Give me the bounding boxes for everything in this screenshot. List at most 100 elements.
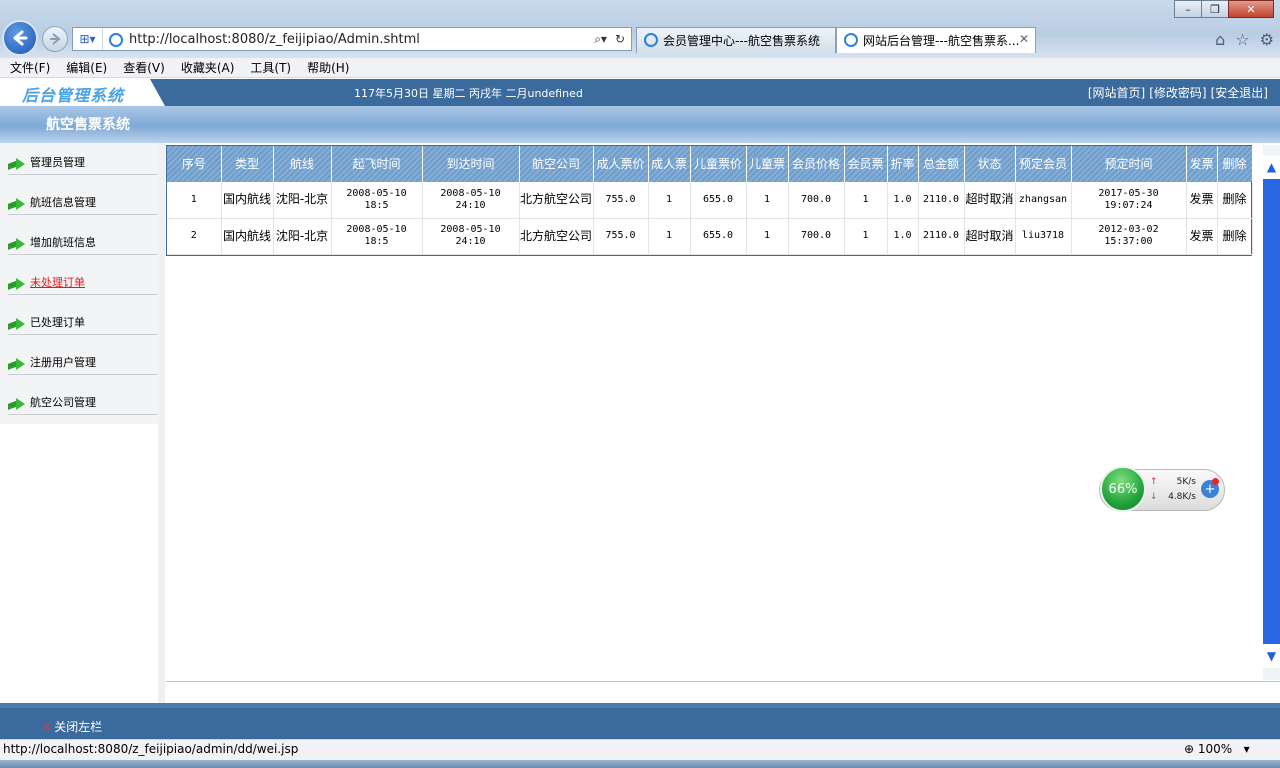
search-icon[interactable]: ⌕▾ bbox=[594, 32, 607, 47]
menu-favorites[interactable]: 收藏夹(A) bbox=[181, 59, 235, 76]
cell-member: liu3718 bbox=[1015, 218, 1072, 255]
column-header: 状态 bbox=[964, 146, 1016, 182]
sidebar-item-airlines[interactable]: 航空公司管理 bbox=[8, 383, 157, 415]
column-header: 折率 bbox=[887, 146, 919, 182]
column-header: 到达时间 bbox=[422, 146, 520, 182]
column-header: 儿童票价 bbox=[690, 146, 747, 182]
site-home-link[interactable]: [网站首页] bbox=[1088, 86, 1145, 100]
tab-admin[interactable]: 网站后台管理---航空售票系... ✕ bbox=[836, 27, 1036, 53]
menu-file[interactable]: 文件(F) bbox=[10, 59, 50, 76]
sidebar-item-admin[interactable]: 管理员管理 bbox=[8, 143, 157, 175]
back-arrow-icon bbox=[13, 30, 28, 46]
cell-child-price: 655.0 bbox=[690, 218, 747, 255]
green-arrow-icon bbox=[8, 318, 26, 330]
cell-member-tickets: 1 bbox=[844, 218, 888, 255]
notification-dot bbox=[1212, 478, 1219, 485]
header-links: [网站首页] [修改密码] [安全退出] bbox=[1084, 84, 1268, 101]
sidebar-item-processed-orders[interactable]: 已处理订单 bbox=[8, 303, 157, 335]
cell-airline: 北方航空公司 bbox=[519, 218, 594, 255]
cell-discount: 1.0 bbox=[887, 182, 919, 219]
column-header: 发票 bbox=[1186, 146, 1218, 182]
forward-button[interactable] bbox=[42, 26, 68, 52]
cell-member: zhangsan bbox=[1015, 182, 1072, 219]
sidebar-item-pending-orders[interactable]: 未处理订单 bbox=[8, 263, 157, 295]
address-url[interactable]: http://localhost:8080/z_feijipiao/Admin.… bbox=[129, 32, 420, 47]
logout-link[interactable]: [安全退出] bbox=[1211, 86, 1268, 100]
green-arrow-icon bbox=[8, 238, 26, 250]
column-header: 序号 bbox=[167, 146, 222, 182]
table-row: 2 国内航线 沈阳-北京 2008-05-10 18:5 2008-05-10 … bbox=[167, 218, 1253, 255]
invoice-link[interactable]: 发票 bbox=[1186, 218, 1218, 255]
cell-airline: 北方航空公司 bbox=[519, 182, 594, 219]
menu-edit[interactable]: 编辑(E) bbox=[66, 59, 107, 76]
tab-title: 网站后台管理---航空售票系... bbox=[863, 34, 1020, 48]
invoice-link[interactable]: 发票 bbox=[1186, 182, 1218, 219]
ie-tab-icon bbox=[844, 33, 858, 47]
sidebar-item-users[interactable]: 注册用户管理 bbox=[8, 343, 157, 375]
favorites-star-icon[interactable]: ☆ bbox=[1235, 30, 1249, 49]
content-divider bbox=[166, 681, 1280, 682]
vertical-scrollbar[interactable]: ▲ ▼ bbox=[1263, 145, 1280, 680]
cell-child-tickets: 1 bbox=[746, 182, 789, 219]
green-arrow-icon bbox=[8, 398, 26, 410]
cell-index: 1 bbox=[167, 182, 222, 219]
sidebar-item-label: 已处理订单 bbox=[30, 316, 85, 329]
sub-header bbox=[0, 106, 1280, 143]
change-password-link[interactable]: [修改密码] bbox=[1149, 86, 1206, 100]
scroll-up-icon[interactable]: ▲ bbox=[1263, 155, 1280, 179]
tab-member-center[interactable]: 会员管理中心---航空售票系统 bbox=[636, 27, 836, 53]
close-tab-icon[interactable]: ✕ bbox=[1019, 32, 1029, 46]
delete-link[interactable]: 删除 bbox=[1217, 218, 1253, 255]
home-icon[interactable]: ⌂ bbox=[1215, 30, 1225, 49]
sidebar-item-add-flight[interactable]: 增加航班信息 bbox=[8, 223, 157, 255]
column-header: 会员价格 bbox=[788, 146, 845, 182]
gear-icon[interactable]: ⚙ bbox=[1260, 30, 1274, 49]
cell-member-price: 700.0 bbox=[788, 182, 845, 219]
network-percent[interactable]: 66% bbox=[1100, 466, 1146, 512]
sidebar-item-label: 未处理订单 bbox=[30, 276, 85, 289]
sidebar-item-label: 航班信息管理 bbox=[30, 196, 96, 209]
cell-arrive-time: 2008-05-10 24:10 bbox=[422, 218, 520, 255]
zoom-dropdown-icon[interactable]: ▾ bbox=[1236, 742, 1250, 756]
orders-table: 序号 类型 航线 起飞时间 到达时间 航空公司 成人票价 成人票 儿童票价 儿童… bbox=[166, 145, 1253, 256]
column-header: 儿童票 bbox=[746, 146, 789, 182]
minimize-button[interactable]: – bbox=[1174, 0, 1202, 18]
add-favorite-icon[interactable]: ⊞▾ bbox=[73, 28, 103, 50]
delete-link[interactable]: 删除 bbox=[1217, 182, 1253, 219]
maximize-button[interactable]: ❐ bbox=[1201, 0, 1229, 18]
close-window-button[interactable]: ✕ bbox=[1228, 0, 1274, 18]
column-header: 删除 bbox=[1217, 146, 1253, 182]
refresh-icon[interactable]: ↻ bbox=[615, 32, 625, 47]
cell-child-price: 655.0 bbox=[690, 182, 747, 219]
column-header: 会员票 bbox=[844, 146, 888, 182]
cell-member-tickets: 1 bbox=[844, 182, 888, 219]
cell-total: 2110.0 bbox=[918, 218, 965, 255]
cell-route: 沈阳-北京 bbox=[273, 218, 332, 255]
zoom-control[interactable]: ⊕ 100% ▾ bbox=[1184, 742, 1250, 756]
green-arrow-icon bbox=[8, 358, 26, 370]
cell-status: 超时取消 bbox=[964, 218, 1016, 255]
scroll-thumb[interactable] bbox=[1263, 179, 1280, 644]
cell-adult-price: 755.0 bbox=[593, 182, 649, 219]
address-bar[interactable]: ⊞▾ http://localhost:8080/z_feijipiao/Adm… bbox=[72, 27, 632, 51]
cell-type: 国内航线 bbox=[221, 182, 274, 219]
column-header: 预定时间 bbox=[1071, 146, 1187, 182]
column-header: 航空公司 bbox=[519, 146, 594, 182]
status-url: http://localhost:8080/z_feijipiao/admin/… bbox=[3, 742, 299, 756]
cell-depart-time: 2008-05-10 18:5 bbox=[331, 182, 423, 219]
menu-help[interactable]: 帮助(H) bbox=[307, 59, 349, 76]
cell-depart-time: 2008-05-10 18:5 bbox=[331, 218, 423, 255]
date-display: 117年5月30日 星期二 丙戌年 二月undefined bbox=[354, 87, 583, 100]
column-header: 起飞时间 bbox=[331, 146, 423, 182]
sidebar-item-flights[interactable]: 航班信息管理 bbox=[8, 183, 157, 215]
cell-route: 沈阳-北京 bbox=[273, 182, 332, 219]
menu-view[interactable]: 查看(V) bbox=[123, 59, 165, 76]
scroll-down-icon[interactable]: ▼ bbox=[1263, 644, 1280, 668]
menu-tools[interactable]: 工具(T) bbox=[250, 59, 291, 76]
zoom-icon: ⊕ bbox=[1184, 742, 1195, 756]
back-button[interactable] bbox=[2, 20, 38, 56]
upload-speed: 5K/s bbox=[1176, 477, 1196, 487]
close-left-panel-button[interactable]: ✕ 关闭左栏 bbox=[42, 718, 102, 735]
cell-type: 国内航线 bbox=[221, 218, 274, 255]
column-header: 预定会员 bbox=[1015, 146, 1072, 182]
